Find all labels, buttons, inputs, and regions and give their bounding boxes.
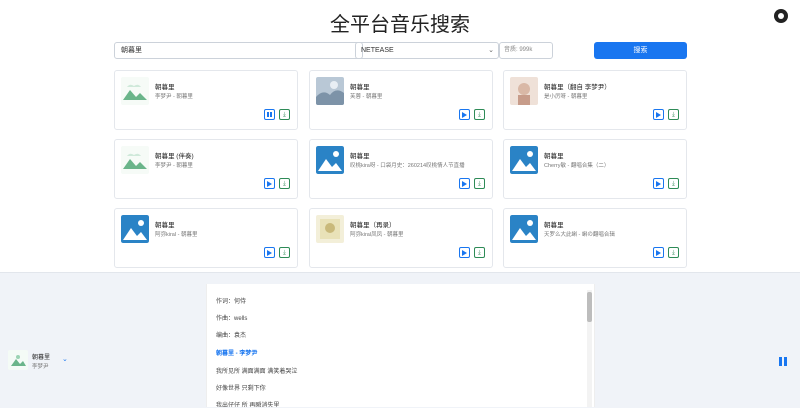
album-cover xyxy=(510,215,538,243)
play-button[interactable] xyxy=(653,178,664,189)
play-icon xyxy=(656,249,661,256)
source-select-value: NETEASE xyxy=(361,47,394,54)
song-title: 朝暮里 xyxy=(544,153,564,160)
download-button[interactable]: ⤓ xyxy=(668,178,679,189)
song-artist: 阿弥kiral凤凤 - 朝暮里 xyxy=(350,232,404,238)
result-card[interactable]: 朝暮里李梦尹 - 朝暮里 ⤓ xyxy=(114,70,298,130)
lyric-line: 编曲：袁杰 xyxy=(216,333,247,339)
song-artist: 叹桃kira呀 - 口袋月史：260214叹桃情人节直播 xyxy=(350,163,465,169)
album-cover xyxy=(510,146,538,174)
pause-icon xyxy=(267,112,272,117)
download-icon: ⤓ xyxy=(672,111,675,118)
lyric-line: 我出仔仔 所 再瞬消失里 xyxy=(216,403,280,407)
download-icon: ⤓ xyxy=(283,111,286,118)
download-button[interactable]: ⤓ xyxy=(279,178,290,189)
play-icon xyxy=(462,249,467,256)
play-icon xyxy=(656,111,661,118)
album-cover xyxy=(316,215,344,243)
album-cover xyxy=(316,77,344,105)
result-card[interactable]: 朝暮里（翻自 李梦尹） 是小厉呀 - 朝暮里 ⤓ xyxy=(503,70,687,130)
result-card[interactable]: 朝暮里 Cherry敏 - 翻唱合集（二） ⤓ xyxy=(503,139,687,199)
play-icon xyxy=(462,180,467,187)
download-icon: ⤓ xyxy=(478,180,481,187)
result-card[interactable]: 朝暮里阿弥kiral - 朝暮里 ⤓ xyxy=(114,208,298,268)
album-cover xyxy=(121,215,149,243)
pause-button[interactable] xyxy=(264,109,275,120)
download-button[interactable]: ⤓ xyxy=(668,247,679,258)
result-card[interactable]: 朝暮里叹桃kira呀 - 口袋月史：260214叹桃情人节直播 ⤓ xyxy=(309,139,493,199)
search-button[interactable]: 搜索 xyxy=(594,42,687,59)
song-artist: 是小厉呀 - 朝暮里 xyxy=(544,94,588,100)
song-title: 朝暮里 (伴奏) xyxy=(155,153,194,160)
now-playing-artist: 李梦尹 xyxy=(32,364,49,370)
chevron-down-icon[interactable]: ⌄ xyxy=(62,355,68,363)
download-button[interactable]: ⤓ xyxy=(668,109,679,120)
download-icon: ⤓ xyxy=(672,249,675,256)
song-title: 朝暮里 xyxy=(155,222,175,229)
song-artist: 阿弥kiral - 朝暮里 xyxy=(155,232,198,238)
download-icon: ⤓ xyxy=(672,180,675,187)
lyrics-panel[interactable]: 作词：何侍作曲：wells 编曲：袁杰朝暮里 - 李梦尹我所见所 满面满面 满笑着… xyxy=(206,284,595,407)
song-title: 朝暮里（翻自 李梦尹） xyxy=(544,84,611,91)
play-button[interactable] xyxy=(653,109,664,120)
search-input[interactable]: 朝暮里 xyxy=(114,42,363,59)
result-card[interactable]: 朝暮里 (伴奏) 李梦尹 - 朝暮里 ⤓ xyxy=(114,139,298,199)
result-card[interactable]: 朝暮里（再录） 阿弥kiral凤凤 - 朝暮里 ⤓ xyxy=(309,208,493,268)
pause-icon[interactable] xyxy=(779,357,787,366)
song-title: 朝暮里 xyxy=(350,153,370,160)
download-button[interactable]: ⤓ xyxy=(279,109,290,120)
now-playing-title: 朝暮里 xyxy=(32,355,51,361)
source-select[interactable]: NETEASE ⌄ xyxy=(355,42,499,59)
result-card[interactable]: 朝暮里天罗么大此蝌 - 蝌の翻唱合辑 ⤓ xyxy=(503,208,687,268)
page-title: 全平台音乐搜索 xyxy=(330,12,470,36)
album-cover xyxy=(121,77,149,105)
song-artist: 李梦尹 - 朝暮里 xyxy=(155,163,193,169)
play-button[interactable] xyxy=(653,247,664,258)
lyric-line-active: 朝暮里 - 李梦尹 xyxy=(216,351,258,357)
lyric-line: 我所见所 满面满面 满笑着哭泣 xyxy=(216,369,298,375)
download-icon: ⤓ xyxy=(478,111,481,118)
song-artist: Cherry敏 - 翻唱合集（二） xyxy=(544,163,610,169)
song-title: 朝暮里（再录） xyxy=(350,222,396,229)
song-title: 朝暮里 xyxy=(155,84,175,91)
play-button[interactable] xyxy=(459,109,470,120)
result-card[interactable]: 朝暮里芙蓉 - 朝暮里 ⤓ xyxy=(309,70,493,130)
download-button[interactable]: ⤓ xyxy=(474,247,485,258)
play-button[interactable] xyxy=(264,247,275,258)
play-button[interactable] xyxy=(459,247,470,258)
download-icon: ⤓ xyxy=(283,249,286,256)
play-icon xyxy=(656,180,661,187)
quality-select[interactable]: 音质: 999k xyxy=(499,42,553,59)
lyrics-scrollbar-thumb[interactable] xyxy=(587,292,592,322)
album-cover xyxy=(121,146,149,174)
song-artist: 李梦尹 - 朝暮里 xyxy=(155,94,193,100)
play-button[interactable] xyxy=(459,178,470,189)
download-button[interactable]: ⤓ xyxy=(474,109,485,120)
song-title: 朝暮里 xyxy=(350,84,370,91)
chevron-down-icon: ⌄ xyxy=(488,47,494,54)
download-button[interactable]: ⤓ xyxy=(474,178,485,189)
play-button[interactable] xyxy=(264,178,275,189)
play-icon xyxy=(267,249,272,256)
lyric-line: 作词：何侍 xyxy=(216,299,247,305)
album-cover xyxy=(316,146,344,174)
song-title: 朝暮里 xyxy=(544,222,564,229)
download-icon: ⤓ xyxy=(283,180,286,187)
now-playing-cover xyxy=(8,350,28,370)
lyric-line: 作曲：wells xyxy=(216,316,248,322)
album-cover xyxy=(510,77,538,105)
lyric-line: 好像世界 只剩下你 xyxy=(216,386,266,392)
play-icon xyxy=(267,180,272,187)
song-artist: 芙蓉 - 朝暮里 xyxy=(350,94,383,100)
download-icon: ⤓ xyxy=(478,249,481,256)
song-artist: 天罗么大此蝌 - 蝌の翻唱合辑 xyxy=(544,232,615,238)
play-icon xyxy=(462,111,467,118)
download-button[interactable]: ⤓ xyxy=(279,247,290,258)
